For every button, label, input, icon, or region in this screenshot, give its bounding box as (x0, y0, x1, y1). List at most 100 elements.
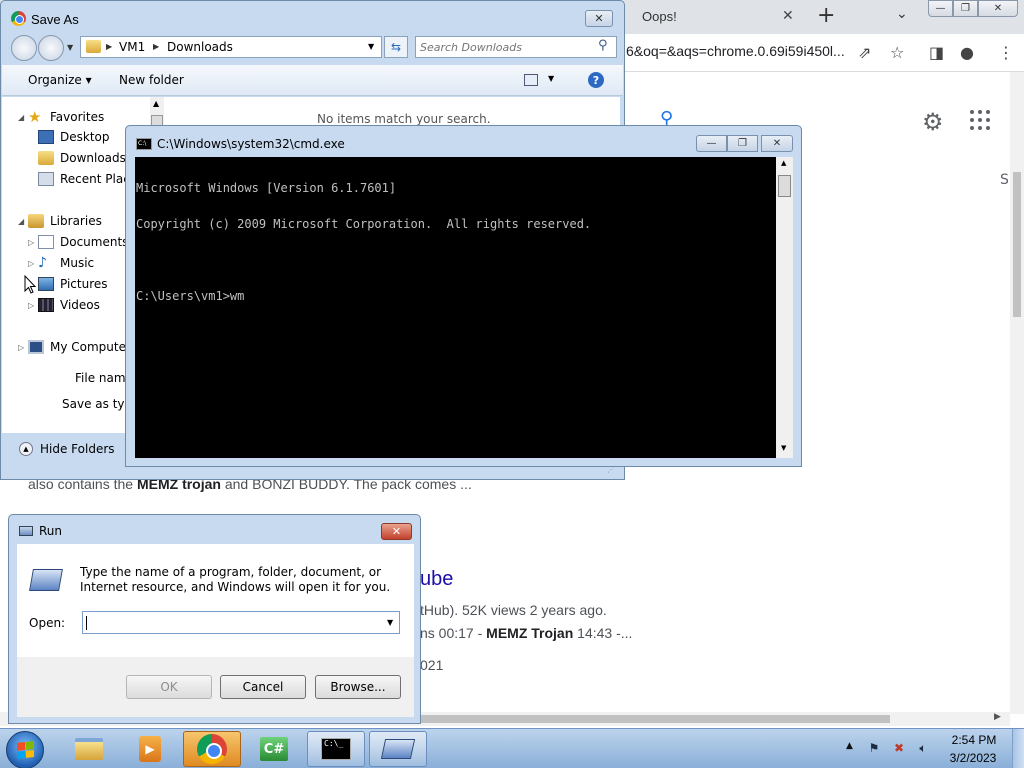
scroll-right-icon[interactable]: ▶ (994, 712, 1001, 722)
chevron-right-icon[interactable]: ▶ (153, 42, 159, 51)
hide-folders-button[interactable]: ▲ Hide Folders (19, 442, 115, 456)
dialog-close-button[interactable]: ✕ (585, 10, 613, 27)
refresh-button[interactable]: ⇆ (384, 36, 408, 58)
google-apps-icon[interactable] (970, 110, 990, 130)
expand-arrow-icon[interactable]: ▷ (18, 343, 24, 352)
chrome-minimize-button[interactable]: — (928, 0, 953, 17)
nav-item-downloads[interactable]: Downloads (38, 151, 126, 165)
taskbar-explorer[interactable] (60, 731, 118, 767)
scrollbar-thumb[interactable] (778, 175, 791, 197)
breadcrumb-downloads[interactable]: Downloads (167, 40, 233, 54)
help-icon[interactable]: ? (588, 72, 604, 88)
open-combobox[interactable]: ▼ (82, 611, 400, 634)
nav-item-documents[interactable]: ▷ Documents (28, 235, 128, 249)
chrome-app-icon (11, 11, 26, 26)
nav-item-desktop[interactable]: Desktop (38, 130, 110, 144)
expand-arrow-icon[interactable]: ▷ (28, 301, 34, 310)
cmd-minimize-button[interactable]: — (696, 135, 727, 152)
expand-arrow-icon[interactable]: ◢ (18, 217, 24, 226)
folder-icon (75, 738, 103, 760)
chrome-close-button[interactable]: ✕ (978, 0, 1018, 17)
media-player-icon: ▶ (139, 736, 161, 762)
run-close-button[interactable]: ✕ (381, 523, 412, 540)
console-output[interactable]: Microsoft Windows [Version 6.1.7601] Cop… (135, 157, 776, 458)
show-desktop-button[interactable] (1012, 729, 1024, 768)
scrollbar-thumb[interactable] (1013, 172, 1021, 317)
clock-time[interactable]: 2:54 PM (948, 733, 1000, 747)
desktop-icon (38, 130, 54, 144)
breadcrumb[interactable]: ▶ VM1 ▶ Downloads ▼ (80, 36, 382, 58)
volume-icon[interactable]: 🔈︎ (915, 740, 931, 756)
action-center-icon[interactable]: ⚑ (866, 740, 882, 756)
taskbar-cmd[interactable]: C:\_ (307, 731, 365, 767)
downloads-folder-icon (38, 151, 54, 165)
taskbar-media-player[interactable]: ▶ (121, 731, 179, 767)
nav-item-videos[interactable]: ▷ Videos (28, 298, 100, 312)
scrollbar-thumb[interactable] (420, 715, 890, 723)
scroll-up-icon[interactable]: ▲ (153, 99, 159, 108)
nav-item-libraries[interactable]: ◢ Libraries (18, 214, 102, 228)
cancel-button[interactable]: Cancel (220, 675, 306, 699)
expand-arrow-icon[interactable]: ▷ (28, 238, 34, 247)
taskbar-csharp[interactable]: C# (245, 731, 303, 767)
organize-button[interactable]: Organize ▾ (28, 73, 92, 87)
run-icon (380, 739, 416, 759)
change-view-icon[interactable] (524, 74, 538, 86)
open-input[interactable] (87, 614, 377, 631)
search-input[interactable] (420, 39, 590, 55)
new-tab-icon[interactable]: + (817, 4, 835, 28)
side-panel-icon[interactable]: ◨ (929, 43, 944, 62)
empty-results-message: No items match your search. (317, 112, 491, 126)
run-icon (29, 569, 63, 591)
scroll-up-icon[interactable]: ▲ (781, 159, 786, 167)
scroll-down-icon[interactable]: ▼ (781, 444, 786, 452)
chevron-down-icon[interactable]: ▼ (387, 618, 393, 627)
taskbar-chrome[interactable] (183, 731, 241, 767)
music-note-icon: ♪ (38, 255, 47, 271)
network-disconnected-icon[interactable]: ✖ (891, 740, 907, 756)
breadcrumb-vm1[interactable]: VM1 (119, 40, 145, 54)
tab-search-icon[interactable]: ⌄ (896, 6, 908, 22)
expand-arrow-icon[interactable]: ◢ (18, 113, 24, 122)
bookmark-star-icon[interactable]: ☆ (890, 43, 904, 62)
chrome-menu-icon[interactable]: ⋮ (998, 43, 1014, 62)
cmd-close-button[interactable]: ✕ (761, 135, 793, 152)
result-title-link[interactable]: ube (420, 568, 453, 591)
chevron-up-icon: ▲ (19, 442, 33, 456)
cmd-maximize-button[interactable]: ❐ (727, 135, 758, 152)
chevron-down-icon[interactable]: ▼ (368, 42, 374, 51)
chevron-right-icon[interactable]: ▶ (106, 42, 112, 51)
tab-close-icon[interactable]: ✕ (782, 8, 794, 24)
ok-button[interactable]: OK (126, 675, 212, 699)
search-downloads-field[interactable]: ⚲ (415, 36, 617, 58)
clock-date[interactable]: 3/2/2023 (943, 751, 1003, 765)
cmd-window: C:\ C:\Windows\system32\cmd.exe — ❐ ✕ Mi… (125, 125, 802, 467)
nav-item-music[interactable]: ▷ ♪ Music (28, 255, 95, 271)
nav-item-pictures[interactable]: ▷ Pictures (28, 277, 108, 291)
new-folder-button[interactable]: New folder (119, 73, 184, 87)
result-date: 021 (420, 657, 444, 673)
expand-arrow-icon[interactable]: ▷ (28, 259, 34, 268)
recent-locations-icon[interactable]: ▼ (67, 43, 73, 52)
nav-item-my-computer[interactable]: ▷ My Computer (18, 340, 131, 354)
chrome-tab-oops[interactable]: Oops! ✕ (610, 0, 805, 34)
chrome-vertical-scrollbar[interactable] (1010, 72, 1024, 714)
cmd-scrollbar[interactable]: ▲ ▼ (776, 157, 793, 458)
nav-item-label: My Computer (50, 340, 131, 354)
search-icon[interactable]: ⚲ (598, 38, 608, 53)
browse-button[interactable]: Browse... (315, 675, 401, 699)
taskbar-run[interactable] (369, 731, 427, 767)
start-button[interactable] (6, 731, 44, 768)
profile-avatar-icon[interactable]: ● (960, 43, 974, 62)
forward-button[interactable] (38, 35, 64, 61)
settings-gear-icon[interactable]: ⚙ (922, 108, 944, 136)
chevron-down-icon[interactable]: ▼ (548, 74, 554, 83)
back-button[interactable] (11, 35, 37, 61)
nav-item-favorites[interactable]: ◢ ★ Favorites (18, 109, 104, 125)
chrome-address-bar[interactable]: 6&oq=&aqs=chrome.0.69i59i450l... (626, 43, 845, 59)
nav-item-label: Music (60, 256, 95, 270)
chrome-maximize-button[interactable]: ❐ (953, 0, 978, 17)
share-icon[interactable]: ⇗ (858, 43, 871, 62)
run-description: Type the name of a program, folder, docu… (80, 565, 391, 594)
show-hidden-icons-icon[interactable]: ▲ (846, 741, 853, 751)
